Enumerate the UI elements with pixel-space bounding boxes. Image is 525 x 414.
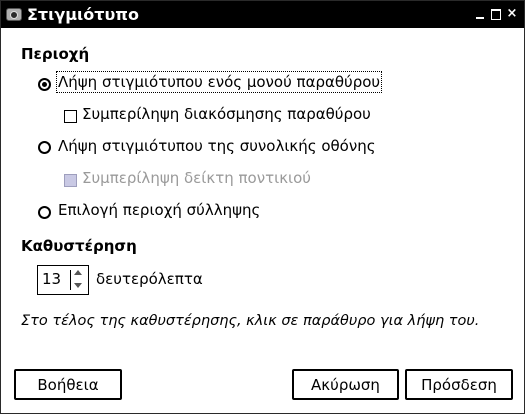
delay-spin-button[interactable]: 13 bbox=[37, 265, 89, 295]
cancel-button[interactable]: Ακύρωση bbox=[292, 369, 399, 400]
radio-select-area[interactable] bbox=[38, 206, 51, 219]
radio-single-window-label[interactable]: Λήψη στιγμιότυπου ενός μονού παραθύρου bbox=[55, 71, 383, 93]
close-icon[interactable]: × bbox=[506, 7, 518, 20]
area-section-title: Περιοχή bbox=[21, 45, 90, 63]
radio-full-screen-label[interactable]: Λήψη στιγμιότυπου της συνολικής οθόνης bbox=[58, 137, 376, 155]
radio-full-screen[interactable] bbox=[38, 141, 51, 154]
delay-info-text: Στο τέλος της καθυστέρησης, κλικ σε παρά… bbox=[21, 313, 480, 329]
title-bar[interactable]: Στιγμιότυπο × bbox=[1, 1, 524, 28]
minimize-icon[interactable] bbox=[474, 8, 486, 20]
help-button[interactable]: Βοήθεια bbox=[14, 369, 122, 400]
spin-divider bbox=[70, 270, 71, 290]
checkbox-window-decoration[interactable] bbox=[64, 110, 77, 123]
window-title: Στιγμιότυπο bbox=[27, 5, 139, 24]
app-icon bbox=[6, 8, 22, 21]
delay-section-title: Καθυστέρηση bbox=[21, 237, 137, 255]
delay-unit-label: δευτερόλεπτα bbox=[96, 270, 203, 288]
maximize-icon[interactable] bbox=[490, 8, 502, 20]
ok-button[interactable]: Πρόσδεση bbox=[405, 369, 513, 400]
checkbox-mouse-pointer-label: Συμπερίληψη δείκτη ποντικιού bbox=[82, 169, 311, 187]
screenshot-dialog: Στιγμιότυπο × Περιοχή Λήψη στιγμιότυπου … bbox=[0, 0, 525, 414]
spin-down-icon[interactable] bbox=[74, 283, 82, 288]
radio-single-window[interactable] bbox=[38, 78, 51, 91]
delay-value[interactable]: 13 bbox=[42, 270, 61, 288]
radio-select-area-label[interactable]: Επιλογή περιοχή σύλληψης bbox=[58, 201, 260, 219]
checkbox-mouse-pointer bbox=[64, 174, 77, 187]
checkbox-window-decoration-label[interactable]: Συμπερίληψη διακόσμησης παραθύρου bbox=[82, 105, 371, 123]
spin-up-icon[interactable] bbox=[74, 270, 82, 275]
